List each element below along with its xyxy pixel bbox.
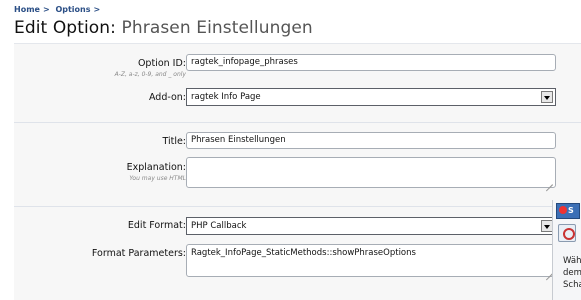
option-id-input[interactable]: ragtek_infopage_phrases (186, 54, 556, 71)
option-edit-form: Option ID: A-Z, a-z, 0-9, and _ only rag… (14, 43, 581, 300)
option-id-hint: A-Z, a-z, 0-9, and _ only (114, 71, 186, 78)
edit-format-select[interactable]: PHP Callback (186, 217, 556, 235)
edit-format-select-value: PHP Callback (191, 221, 247, 231)
page-title-name: Phrasen Einstellungen (121, 18, 313, 38)
breadcrumb-home-link[interactable]: Home (14, 5, 40, 14)
page-title-prefix: Edit Option: (14, 18, 116, 38)
notification-text-line: Scha (563, 280, 581, 290)
format-parameters-textarea[interactable]: Ragtek_InfoPage_StaticMethods::showPhras… (186, 244, 556, 277)
explanation-label: Explanation: (126, 162, 186, 173)
option-id-label: Option ID: (137, 58, 186, 69)
title-input[interactable]: Phrasen Einstellungen (186, 132, 556, 149)
title-label: Title: (162, 136, 186, 147)
section-divider (14, 206, 581, 207)
chevron-down-icon[interactable] (541, 91, 553, 103)
breadcrumb-separator: > (42, 5, 50, 14)
breadcrumb-options-link[interactable]: Options (55, 5, 90, 14)
side-notification-panel: S Wäh dem Scha (552, 200, 581, 300)
explanation-textarea[interactable] (186, 157, 556, 188)
explanation-hint: You may use HTML (129, 175, 186, 182)
notification-text-line: Wäh (563, 256, 581, 266)
breadcrumb: Home > Options > (14, 5, 103, 14)
addon-select-value: ragtek Info Page (191, 92, 261, 102)
app-logo-icon (559, 206, 567, 214)
format-parameters-value: Ragtek_InfoPage_StaticMethods::showPhras… (191, 248, 416, 258)
section-divider (14, 122, 581, 123)
app-taskbar-label: S (568, 206, 574, 215)
app-taskbar-icon[interactable]: S (556, 203, 580, 219)
edit-format-label: Edit Format: (127, 220, 186, 231)
resize-handle-icon[interactable] (546, 178, 553, 185)
notification-text-line: dem (563, 268, 581, 278)
breadcrumb-separator: > (93, 5, 101, 14)
addon-label: Add-on: (148, 92, 186, 103)
page-title: Edit Option: Phrasen Einstellungen (14, 18, 313, 38)
no-entry-icon[interactable] (558, 224, 576, 242)
addon-select[interactable]: ragtek Info Page (186, 88, 556, 106)
format-parameters-label: Format Parameters: (91, 248, 186, 259)
